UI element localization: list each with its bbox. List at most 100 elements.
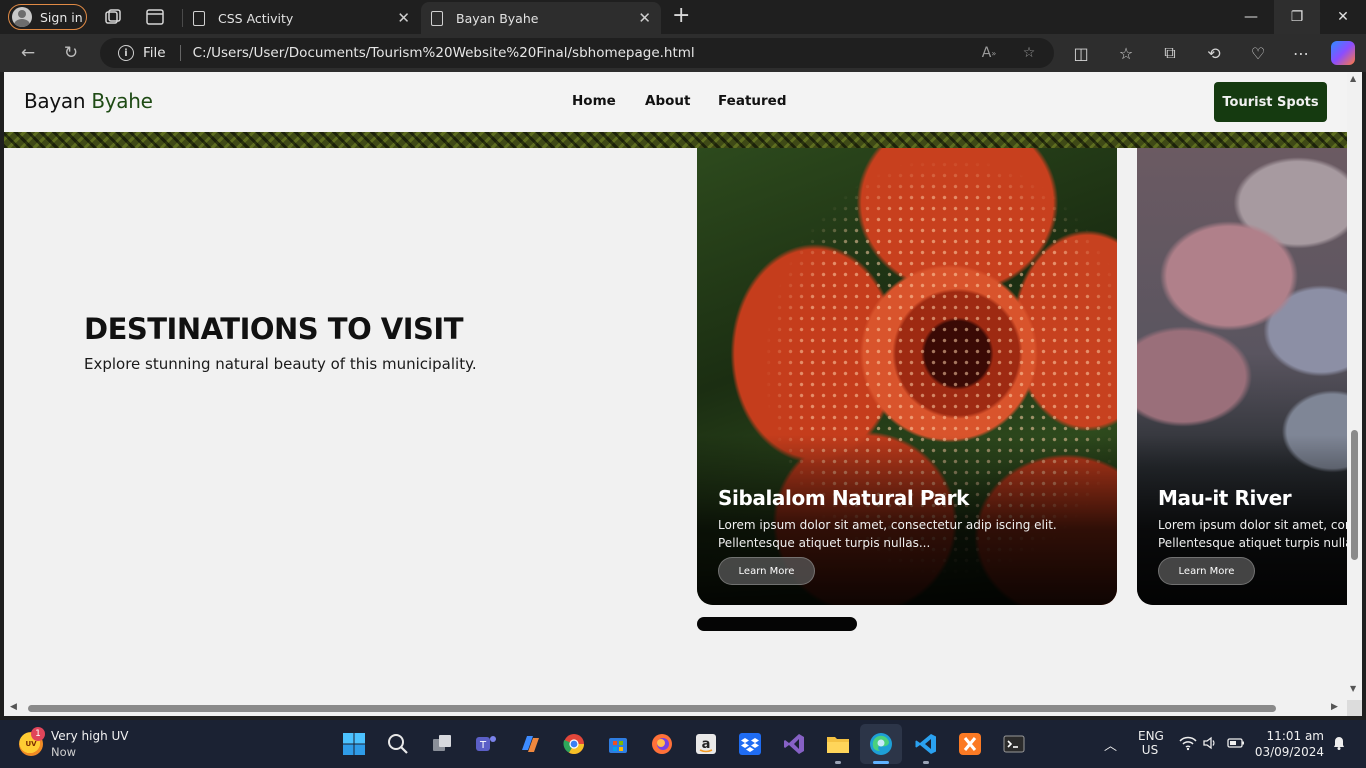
favorite-star-icon[interactable]: ☆ bbox=[1020, 44, 1038, 62]
page-icon bbox=[431, 10, 443, 26]
site-logo[interactable]: Bayan Byahe bbox=[24, 89, 153, 113]
firefox-icon[interactable] bbox=[649, 731, 675, 757]
clock-time: 11:01 am bbox=[1266, 729, 1324, 743]
weather-badge: 1 bbox=[31, 727, 45, 741]
svg-text:a: a bbox=[702, 737, 711, 752]
file-explorer-icon[interactable] bbox=[825, 731, 851, 757]
workspaces-icon[interactable] bbox=[103, 7, 123, 27]
chrome-icon[interactable] bbox=[561, 731, 587, 757]
read-aloud-icon[interactable]: A» bbox=[980, 44, 998, 62]
page-icon bbox=[193, 10, 205, 26]
notification-bell-icon[interactable] bbox=[1331, 735, 1347, 754]
more-menu-icon[interactable]: ⋯ bbox=[1291, 43, 1311, 63]
address-divider bbox=[179, 45, 181, 61]
signin-button[interactable]: Sign in bbox=[8, 4, 87, 30]
running-indicator bbox=[835, 761, 841, 764]
terminal-icon[interactable] bbox=[1001, 731, 1027, 757]
card-description: Lorem ipsum dolor sit amet, consectetur … bbox=[1158, 516, 1347, 552]
new-tab-icon[interactable]: + bbox=[672, 3, 690, 28]
search-icon[interactable] bbox=[385, 731, 411, 757]
page-viewport: Bayan Byahe Home About Featured Tourist … bbox=[4, 72, 1347, 700]
logo-text-byahe: Byahe bbox=[91, 89, 153, 113]
scroll-down-icon[interactable]: ▼ bbox=[1350, 684, 1356, 693]
close-tab-icon[interactable]: ✕ bbox=[397, 9, 410, 27]
tab-label: Bayan Byahe bbox=[456, 10, 539, 26]
minimize-icon[interactable]: — bbox=[1228, 0, 1274, 34]
show-hidden-icons-icon[interactable]: ︿ bbox=[1104, 735, 1117, 754]
weather-subtitle: Now bbox=[51, 745, 77, 759]
vscode-icon[interactable] bbox=[913, 731, 939, 757]
dropbox-icon[interactable] bbox=[737, 731, 763, 757]
favorites-icon[interactable]: ☆ bbox=[1116, 43, 1136, 63]
profile-avatar-icon bbox=[12, 7, 32, 27]
nav-about[interactable]: About bbox=[645, 93, 690, 109]
tab-label: CSS Activity bbox=[218, 10, 294, 26]
back-icon[interactable]: ← bbox=[18, 43, 38, 63]
tab-css-activity[interactable]: CSS Activity ✕ bbox=[183, 2, 420, 34]
vertical-scroll-thumb[interactable] bbox=[1351, 430, 1358, 560]
scroll-left-icon[interactable]: ◀ bbox=[10, 702, 17, 712]
url-text[interactable]: C:/Users/User/Documents/Tourism%20Websit… bbox=[193, 45, 695, 61]
card-title: Mau-it River bbox=[1158, 486, 1292, 510]
svg-text:T: T bbox=[479, 740, 487, 751]
learn-more-button[interactable]: Learn More bbox=[1158, 557, 1255, 585]
logo-text-bayan: Bayan bbox=[24, 89, 86, 113]
teams-icon[interactable]: T bbox=[473, 731, 499, 757]
card-title: Sibalalom Natural Park bbox=[718, 486, 970, 510]
destination-card[interactable]: Sibalalom Natural Park Lorem ipsum dolor… bbox=[697, 148, 1117, 605]
window-edge bbox=[1362, 72, 1366, 716]
close-window-icon[interactable]: ✕ bbox=[1320, 0, 1366, 34]
amazon-icon[interactable]: a bbox=[693, 731, 719, 757]
woven-pattern-divider bbox=[4, 132, 1347, 148]
copilot-app-icon[interactable] bbox=[517, 731, 543, 757]
history-icon[interactable]: ⟲ bbox=[1204, 43, 1224, 63]
browser-essentials-icon[interactable]: ♡ bbox=[1248, 43, 1268, 63]
file-label: File bbox=[143, 45, 166, 61]
section-subtitle: Explore stunning natural beauty of this … bbox=[84, 355, 477, 373]
split-screen-icon[interactable]: ◫ bbox=[1071, 43, 1091, 63]
restore-icon[interactable]: ❐ bbox=[1274, 0, 1320, 34]
language-code: ENG bbox=[1138, 729, 1164, 743]
language-indicator[interactable]: ENG US bbox=[1138, 729, 1164, 757]
site-info-icon[interactable]: i bbox=[118, 45, 134, 61]
copilot-icon[interactable] bbox=[1331, 41, 1355, 65]
running-indicator bbox=[923, 761, 929, 764]
refresh-icon[interactable]: ↻ bbox=[61, 43, 81, 63]
collections-icon[interactable]: ⧉ bbox=[1160, 43, 1180, 63]
microsoft-store-icon[interactable] bbox=[605, 731, 631, 757]
tourist-spots-button[interactable]: Tourist Spots bbox=[1214, 82, 1327, 122]
tab-actions-icon[interactable] bbox=[145, 7, 165, 27]
address-bar[interactable]: i File C:/Users/User/Documents/Tourism%2… bbox=[100, 38, 1054, 68]
scroll-right-icon[interactable]: ▶ bbox=[1331, 702, 1338, 712]
scroll-up-icon[interactable]: ▲ bbox=[1350, 74, 1356, 83]
start-icon[interactable] bbox=[341, 731, 367, 757]
horizontal-scrollbar[interactable]: ◀ ▶ bbox=[4, 700, 1347, 716]
destination-card[interactable]: Mau-it River Lorem ipsum dolor sit amet,… bbox=[1137, 148, 1347, 605]
wifi-icon[interactable] bbox=[1179, 735, 1197, 754]
horizontal-scroll-thumb[interactable] bbox=[28, 705, 1276, 712]
task-view-icon[interactable] bbox=[429, 731, 455, 757]
scrollbar-corner bbox=[1347, 700, 1362, 716]
weather-title[interactable]: Very high UV bbox=[51, 729, 128, 743]
xampp-icon[interactable] bbox=[957, 731, 983, 757]
carousel-progress-bar bbox=[697, 617, 857, 631]
clock[interactable]: 11:01 am 03/09/2024 bbox=[1252, 729, 1324, 759]
nav-featured[interactable]: Featured bbox=[718, 93, 786, 109]
edge-icon[interactable] bbox=[868, 731, 894, 757]
card-description: Lorem ipsum dolor sit amet, consectetur … bbox=[718, 516, 1098, 552]
card-desc-line: Lorem ipsum dolor sit amet, consectetur … bbox=[1158, 518, 1347, 532]
volume-icon[interactable] bbox=[1202, 735, 1218, 754]
learn-more-button[interactable]: Learn More bbox=[718, 557, 815, 585]
active-indicator bbox=[873, 761, 889, 764]
tab-bayan-byahe[interactable]: Bayan Byahe ✕ bbox=[421, 2, 661, 34]
card-desc-line: Pellentesque atiquet turpis nullas... bbox=[1158, 536, 1347, 550]
close-tab-icon[interactable]: ✕ bbox=[638, 9, 651, 27]
card-desc-line: Pellentesque atiquet turpis nullas... bbox=[718, 536, 931, 550]
card-desc-line: Lorem ipsum dolor sit amet, consectetur … bbox=[718, 518, 1057, 532]
visual-studio-icon[interactable] bbox=[781, 731, 807, 757]
region-code: US bbox=[1141, 743, 1159, 757]
site-header: Bayan Byahe Home About Featured Tourist … bbox=[4, 72, 1347, 132]
vertical-scrollbar[interactable]: ▲ ▼ bbox=[1347, 72, 1362, 700]
nav-home[interactable]: Home bbox=[572, 93, 616, 109]
battery-icon[interactable] bbox=[1227, 736, 1245, 753]
